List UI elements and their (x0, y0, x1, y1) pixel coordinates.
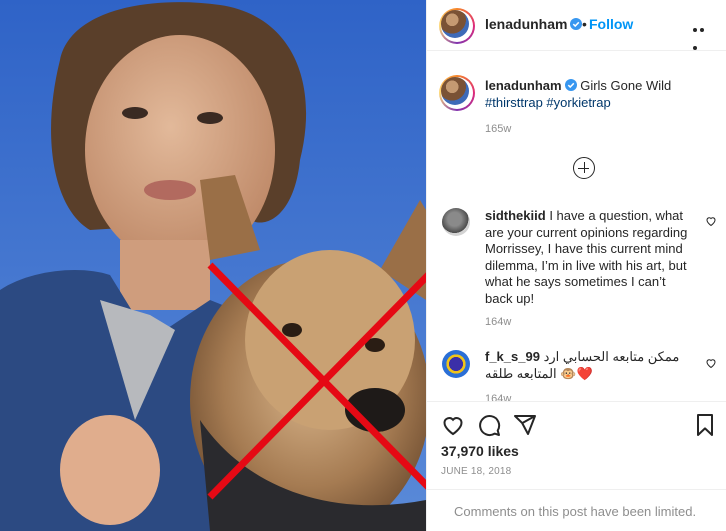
bookmark-icon[interactable] (693, 413, 717, 437)
header-username[interactable]: lenadunham (485, 16, 583, 32)
comment-avatar[interactable] (442, 350, 470, 378)
comment-like-heart-icon[interactable] (705, 215, 717, 227)
post-actions: 37,970 likes JUNE 18, 2018 Comments on t… (427, 401, 726, 531)
post-date[interactable]: JUNE 18, 2018 (441, 466, 511, 477)
comment-like-heart-icon[interactable] (705, 357, 717, 369)
comment-username[interactable]: f_k_s_99 (485, 349, 540, 364)
comments-list[interactable]: lenadunham Girls Gone Wild #thirsttrap #… (427, 51, 726, 401)
comment-body: sidthekiid I have a question, what are y… (485, 208, 695, 307)
more-options-icon[interactable] (693, 19, 711, 50)
verified-badge-icon (564, 79, 577, 91)
comment-username[interactable]: sidthekiid (485, 208, 546, 223)
caption-avatar[interactable] (439, 75, 475, 111)
caption-username[interactable]: lenadunham (485, 78, 562, 93)
plus-circle-icon[interactable] (573, 157, 595, 179)
comment-icon[interactable] (477, 413, 501, 437)
comment-time[interactable]: 164w (485, 316, 511, 328)
heart-icon[interactable] (441, 413, 465, 437)
paper-plane-icon[interactable] (513, 413, 537, 437)
caption-time[interactable]: 165w (485, 123, 511, 135)
verified-badge-icon (570, 18, 583, 30)
comments-limited-notice: Comments on this post have been limited. (427, 489, 726, 531)
caption-hashtags[interactable]: #thirsttrap #yorkietrap (485, 95, 611, 110)
post-side-panel: lenadunham • Follow lenadunham Girls Gon… (426, 0, 726, 531)
follow-button[interactable]: Follow (589, 16, 633, 32)
likes-count[interactable]: 37,970 likes (441, 443, 519, 459)
caption-text: Girls Gone Wild (580, 78, 672, 93)
header-username-text[interactable]: lenadunham (485, 16, 567, 32)
post-image (0, 0, 426, 531)
post-header: lenadunham • Follow (427, 0, 726, 51)
comment-body: f_k_s_99 ممكن متابعه الحسابي ارد المتابع… (485, 349, 695, 382)
caption-body: lenadunham Girls Gone Wild #thirsttrap #… (485, 78, 710, 111)
avatar[interactable] (439, 8, 475, 44)
separator-dot: • (582, 16, 587, 32)
comment-avatar[interactable] (442, 208, 470, 236)
post-photo[interactable] (0, 0, 426, 531)
comment-time[interactable]: 164w (485, 393, 511, 401)
